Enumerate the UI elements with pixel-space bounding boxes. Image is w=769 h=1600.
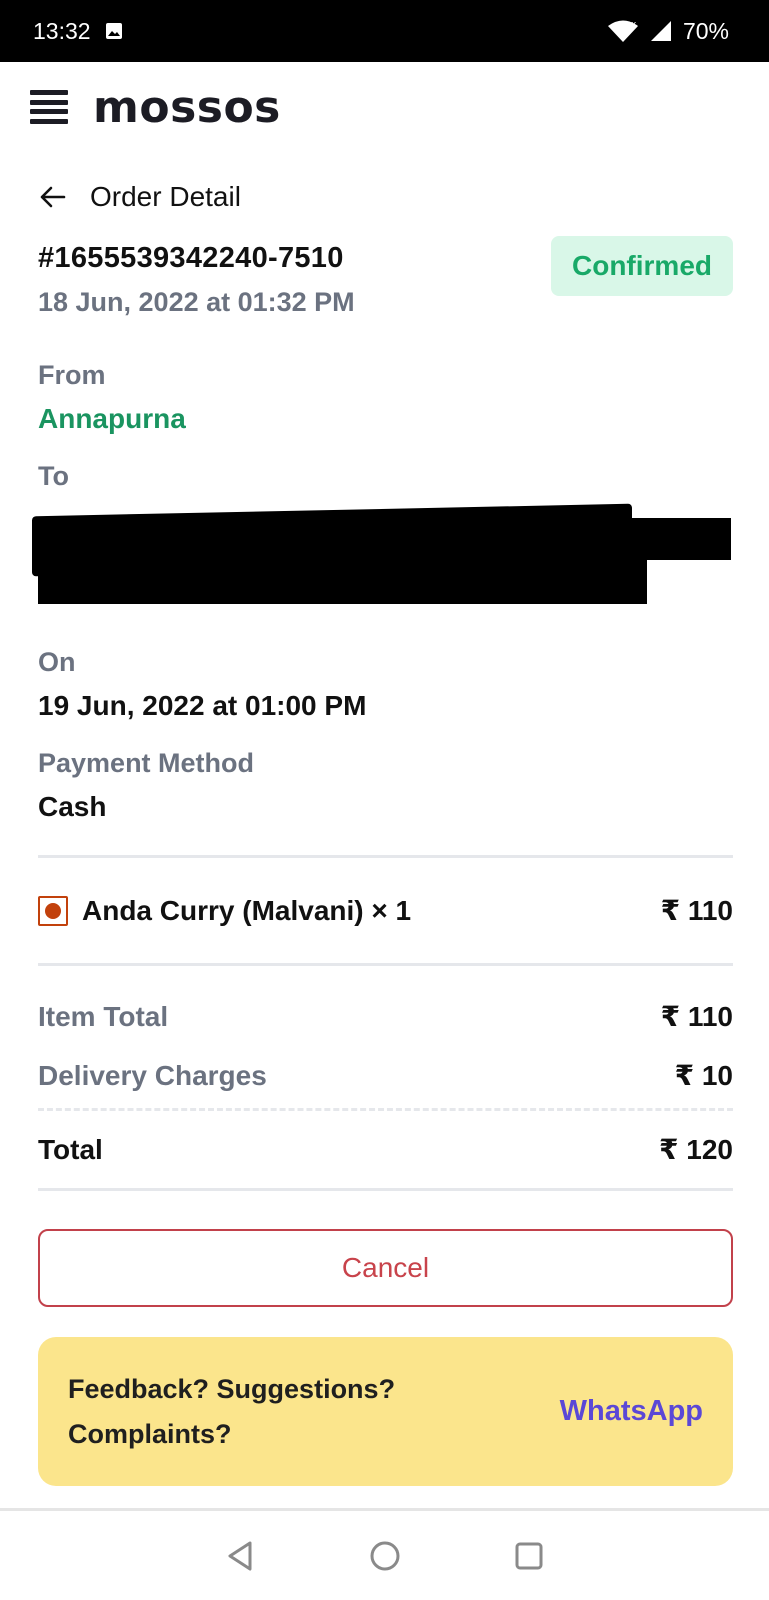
recents-square-icon[interactable]: [512, 1539, 546, 1573]
to-label: To: [38, 461, 69, 491]
gallery-notification-icon: [105, 23, 122, 39]
payment-method-value: Cash: [38, 791, 107, 822]
whatsapp-link[interactable]: WhatsApp: [560, 1395, 703, 1428]
item-total-label: Item Total: [38, 1000, 169, 1032]
menu-icon[interactable]: [30, 90, 68, 124]
on-section: On 19 Jun, 2022 at 01:00 PM: [38, 647, 733, 722]
divider: [38, 963, 733, 966]
status-time: 13:32: [33, 17, 91, 44]
feedback-text: Feedback? Suggestions? Complaints?: [68, 1367, 395, 1457]
non-veg-icon: [38, 895, 68, 926]
status-badge: Confirmed: [551, 236, 733, 296]
app-bar: mossos: [0, 62, 769, 152]
status-left: 13:32: [33, 18, 123, 45]
home-circle-icon[interactable]: [368, 1539, 402, 1573]
total-row: Total ₹ 120: [38, 1133, 733, 1166]
delivery-date: 19 Jun, 2022 at 01:00 PM: [38, 690, 367, 721]
total-label: Total: [38, 1133, 103, 1165]
list-item: Anda Curry (Malvani) × 1 ₹ 110: [38, 858, 733, 963]
item-total-value: ₹ 110: [660, 1001, 733, 1032]
restaurant-name: Annapurna: [38, 403, 186, 434]
feedback-line-1: Feedback? Suggestions?: [68, 1373, 396, 1404]
from-label: From: [38, 360, 106, 390]
item-info: Anda Curry (Malvani) × 1: [38, 895, 411, 927]
app-logo[interactable]: mossos: [93, 82, 281, 133]
status-bar: 13:32 x 70%: [0, 0, 769, 62]
detail-header: Order Detail: [38, 152, 733, 242]
cancel-button[interactable]: Cancel: [38, 1229, 733, 1307]
status-right: x 70%: [607, 18, 729, 45]
page-title: Order Detail: [90, 181, 241, 212]
to-section: To: [32, 461, 733, 625]
delivery-charges-value: ₹ 10: [674, 1060, 733, 1091]
item-price: ₹ 110: [660, 895, 733, 926]
battery-level: 70%: [682, 17, 729, 44]
delivery-charges-label: Delivery Charges: [38, 1059, 267, 1091]
order-summary-header: #1655539342240-7510 18 Jun, 2022 at 01:3…: [38, 236, 733, 352]
dashed-divider: [38, 1108, 733, 1111]
item-name: Anda Curry (Malvani) × 1: [82, 894, 412, 926]
delivery-charges-row: Delivery Charges ₹ 10: [38, 1059, 733, 1092]
wifi-icon: x: [607, 20, 638, 42]
cellular-signal-icon: [650, 21, 671, 41]
divider: [38, 1188, 733, 1191]
svg-text:x: x: [631, 20, 637, 30]
on-label: On: [38, 647, 76, 677]
payment-method-label: Payment Method: [38, 748, 255, 778]
feedback-line-2: Complaints?: [68, 1418, 232, 1449]
order-detail-content: Order Detail #1655539342240-7510 18 Jun,…: [32, 152, 733, 1486]
item-total-row: Item Total ₹ 110: [38, 1000, 733, 1033]
from-section: From Annapurna: [38, 360, 733, 435]
redacted-address: [32, 500, 733, 625]
feedback-banner: Feedback? Suggestions? Complaints? Whats…: [38, 1337, 733, 1486]
system-nav-bar: [0, 1508, 769, 1600]
payment-section: Payment Method Cash: [38, 748, 733, 823]
total-value: ₹ 120: [659, 1134, 733, 1165]
back-triangle-icon[interactable]: [224, 1539, 258, 1573]
back-arrow-icon[interactable]: [38, 183, 66, 211]
